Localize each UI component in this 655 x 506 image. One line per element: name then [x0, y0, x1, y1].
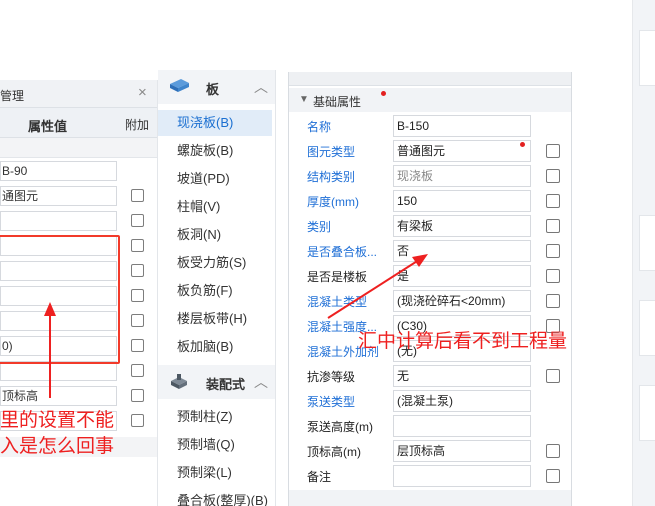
annotation-line: 里的设置不能: [0, 410, 115, 431]
annotation-arrowhead-left: [44, 302, 56, 316]
annotation-arrow-center: [327, 257, 423, 319]
annotation-line: 入是怎么回事: [0, 436, 115, 457]
annotation-text-left: 里的设置不能 入是怎么回事: [0, 408, 114, 460]
annotation-text-center: 汇中计算后看不到工程量: [358, 331, 568, 352]
annotation-arrowhead-center: [412, 254, 428, 267]
